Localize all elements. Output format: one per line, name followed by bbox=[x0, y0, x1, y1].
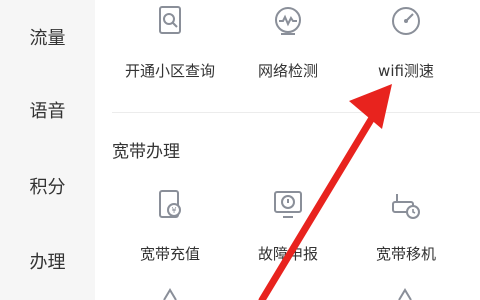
community-search-icon bbox=[159, 6, 181, 34]
svg-text:¥: ¥ bbox=[171, 206, 176, 215]
category-sidebar: 流量 语音 积分 办理 bbox=[0, 0, 95, 300]
fault-report-icon bbox=[274, 191, 302, 218]
sidebar-item-handle[interactable]: 办理 bbox=[0, 248, 95, 274]
section-title-broadband: 宽带办理 bbox=[112, 142, 180, 162]
partial-row-icon bbox=[398, 288, 412, 300]
sidebar-item-voice[interactable]: 语音 bbox=[0, 97, 95, 123]
section-divider bbox=[112, 112, 480, 113]
tile-label: 网络检测 bbox=[257, 62, 318, 80]
sidebar-item-points[interactable]: 积分 bbox=[0, 173, 95, 199]
tile-fault-report[interactable]: 故障申报 bbox=[226, 185, 350, 275]
tile-label: 宽带移机 bbox=[375, 245, 436, 263]
tile-label: 宽带充值 bbox=[139, 245, 200, 263]
tile-community-search[interactable]: 开通小区查询 bbox=[108, 0, 232, 90]
broadband-relocate-icon bbox=[392, 194, 420, 219]
tile-wifi-speed[interactable]: wifi测速 bbox=[344, 0, 468, 90]
tile-broadband-recharge[interactable]: ¥ 宽带充值 bbox=[108, 185, 232, 275]
broadband-recharge-icon: ¥ bbox=[159, 190, 181, 218]
network-check-icon bbox=[275, 7, 301, 35]
tile-label: 故障申报 bbox=[257, 245, 318, 263]
tile-label: 开通小区查询 bbox=[124, 62, 215, 80]
partial-row-icon bbox=[163, 288, 177, 300]
wifi-speed-icon bbox=[392, 7, 420, 35]
tile-broadband-relocate[interactable]: 宽带移机 bbox=[344, 185, 468, 275]
sidebar-item-traffic[interactable]: 流量 bbox=[0, 24, 95, 50]
tile-label: wifi测速 bbox=[378, 62, 434, 80]
tile-network-check[interactable]: 网络检测 bbox=[226, 0, 350, 90]
